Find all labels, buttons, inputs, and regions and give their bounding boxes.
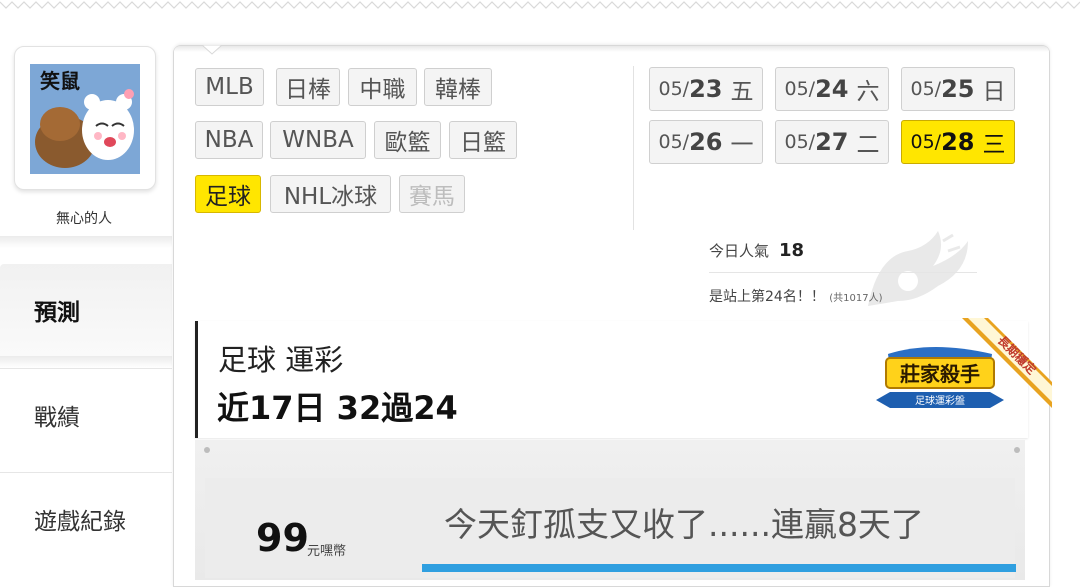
sport-cpbl[interactable]: 中職 xyxy=(348,68,417,106)
prediction-message: 今天釘孤支又收了......連贏8天了 xyxy=(444,505,924,544)
date-0528[interactable]: 05/28 三 xyxy=(901,120,1015,164)
tab-record[interactable]: 戰績 xyxy=(0,368,172,460)
date-weekday: 六 xyxy=(856,79,880,105)
popularity-divider xyxy=(709,272,977,273)
date-weekday: 五 xyxy=(730,79,754,105)
sport-mlb[interactable]: MLB xyxy=(195,68,264,106)
chip-label: 歐籃 xyxy=(384,130,431,156)
sport-npb[interactable]: 日棒 xyxy=(276,68,340,106)
date-month: 05/ xyxy=(910,78,942,100)
sport-soccer[interactable]: 足球 xyxy=(195,175,261,213)
date-weekday: 三 xyxy=(982,132,1006,158)
sport-nhl[interactable]: NHL冰球 xyxy=(270,175,391,213)
panel-topbar xyxy=(174,46,1049,52)
chip-label: 韓棒 xyxy=(435,77,481,103)
sport-horse-racing: 賽馬 xyxy=(399,175,465,213)
date-weekday: 一 xyxy=(730,132,754,158)
svg-text:莊家殺手: 莊家殺手 xyxy=(900,362,980,386)
date-month: 05/ xyxy=(784,131,816,153)
coin-unit: 元嘿幣 xyxy=(307,544,347,559)
record-summary: 近17日 32過24 xyxy=(217,389,458,427)
sidebar-divider xyxy=(0,236,172,248)
chip-label: 足球 xyxy=(205,184,251,210)
date-month: 05/ xyxy=(658,131,690,153)
tab-game-history-label: 遊戲紀錄 xyxy=(34,508,126,535)
date-0527[interactable]: 05/27 二 xyxy=(775,120,889,164)
sport-euro-basketball[interactable]: 歐籃 xyxy=(374,121,441,159)
sport-wnba[interactable]: WNBA xyxy=(270,121,366,159)
date-day: 24 xyxy=(815,75,849,103)
sport-nba[interactable]: NBA xyxy=(195,121,263,159)
chip-label: NBA xyxy=(204,127,254,153)
tab-prediction-label: 預測 xyxy=(34,300,80,326)
date-day: 25 xyxy=(941,75,975,103)
record-title: 足球 運彩 xyxy=(218,343,344,377)
pin-icon xyxy=(204,447,210,453)
tab-record-label: 戰績 xyxy=(34,404,80,431)
svg-text:笑鼠: 笑鼠 xyxy=(40,69,80,93)
chip-label: 日棒 xyxy=(285,77,331,103)
chip-label: WNBA xyxy=(282,127,354,153)
date-day: 27 xyxy=(815,128,849,156)
date-month: 05/ xyxy=(658,78,690,100)
pin-icon xyxy=(1014,447,1020,453)
username[interactable]: 無心的人 xyxy=(14,208,154,228)
chip-label: NHL冰球 xyxy=(283,184,378,210)
date-weekday: 二 xyxy=(856,132,880,158)
watermark-mascot-icon xyxy=(868,231,968,306)
filter-separator xyxy=(633,66,634,230)
avatar-card[interactable]: 笑鼠 xyxy=(14,46,156,190)
avatar: 笑鼠 xyxy=(30,64,140,174)
chip-label: MLB xyxy=(205,74,254,100)
sport-japan-basketball[interactable]: 日籃 xyxy=(449,121,517,159)
bookmaker-killer-badge-icon: 長期穩定 莊家殺手 足球運彩盤 xyxy=(876,318,1052,408)
date-0523[interactable]: 05/23 五 xyxy=(649,67,763,111)
rank-text: 是站上第24名！！ xyxy=(709,289,825,305)
popularity-row: 今日人氣 18 xyxy=(709,240,804,261)
rank-total: (共1017人) xyxy=(829,293,883,304)
date-0525[interactable]: 05/25 日 xyxy=(901,67,1015,111)
date-month: 05/ xyxy=(784,78,816,100)
tab-game-history[interactable]: 遊戲紀錄 xyxy=(0,472,172,564)
date-day: 28 xyxy=(941,128,975,156)
chip-label: 中職 xyxy=(359,77,406,103)
svg-text:足球運彩盤: 足球運彩盤 xyxy=(915,394,965,407)
date-weekday: 日 xyxy=(982,79,1006,105)
tab-prediction[interactable]: 預測 xyxy=(0,264,172,356)
date-0524[interactable]: 05/24 六 xyxy=(775,67,889,111)
sidebar-divider xyxy=(0,356,172,368)
top-zigzag-border xyxy=(0,1,1080,9)
coin-amount: 99 xyxy=(256,516,309,560)
popularity-value: 18 xyxy=(779,240,805,261)
date-0526[interactable]: 05/26 一 xyxy=(649,120,763,164)
date-day: 26 xyxy=(689,128,723,156)
accent-bar xyxy=(422,564,1016,572)
rank-row: 是站上第24名！！ (共1017人) xyxy=(709,286,883,306)
chip-label: 賽馬 xyxy=(409,184,455,210)
sport-kbo[interactable]: 韓棒 xyxy=(424,68,492,106)
panel-notch xyxy=(202,45,222,55)
date-day: 23 xyxy=(689,75,723,103)
popularity-label: 今日人氣 xyxy=(709,242,770,260)
chip-label: 日籃 xyxy=(460,130,506,156)
date-month: 05/ xyxy=(910,131,942,153)
